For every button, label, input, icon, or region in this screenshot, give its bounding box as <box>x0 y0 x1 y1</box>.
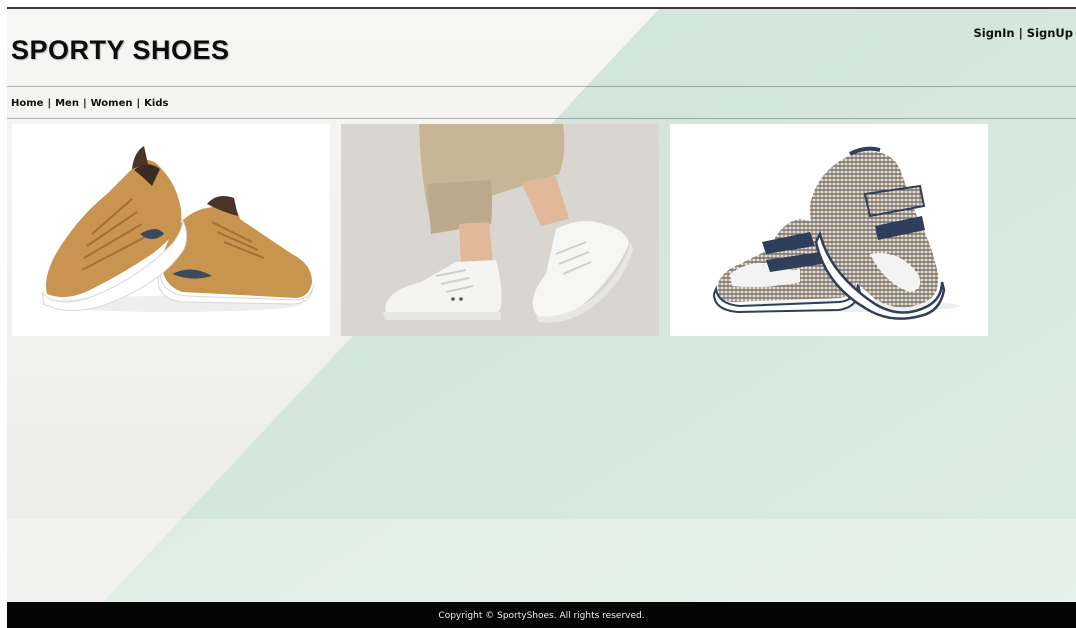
signin-link[interactable]: SignIn <box>973 26 1014 40</box>
page-frame: SPORTY SHOES SignIn | SignUp Home | Men | Wome… <box>7 7 1076 628</box>
tan-sneakers-image <box>12 124 330 336</box>
main-nav: Home | Men | Women | Kids <box>11 98 168 109</box>
footer: Copyright © SportyShoes. All rights rese… <box>7 602 1076 628</box>
nav-separator: | <box>136 98 141 109</box>
nav-item-women[interactable]: Women <box>91 98 133 109</box>
auth-links: SignIn | SignUp <box>973 26 1073 40</box>
header-divider <box>7 86 1076 87</box>
baby-shoes-image <box>670 124 988 336</box>
auth-separator: | <box>1018 26 1023 40</box>
product-image-white-sneakers[interactable] <box>341 124 659 336</box>
nav-divider <box>7 118 1076 119</box>
site-title: SPORTY SHOES <box>11 35 230 65</box>
nav-separator: | <box>47 98 52 109</box>
product-image-baby-shoes[interactable] <box>670 124 988 336</box>
copyright-text: Copyright © SportyShoes. All rights rese… <box>438 611 645 621</box>
product-image-tan-sneakers[interactable] <box>12 124 330 336</box>
signup-link[interactable]: SignUp <box>1027 26 1073 40</box>
nav-separator: | <box>82 98 87 109</box>
nav-item-men[interactable]: Men <box>55 98 79 109</box>
nav-item-home[interactable]: Home <box>11 98 43 109</box>
white-sneakers-on-feet-image <box>341 124 659 336</box>
nav-item-kids[interactable]: Kids <box>144 98 168 109</box>
